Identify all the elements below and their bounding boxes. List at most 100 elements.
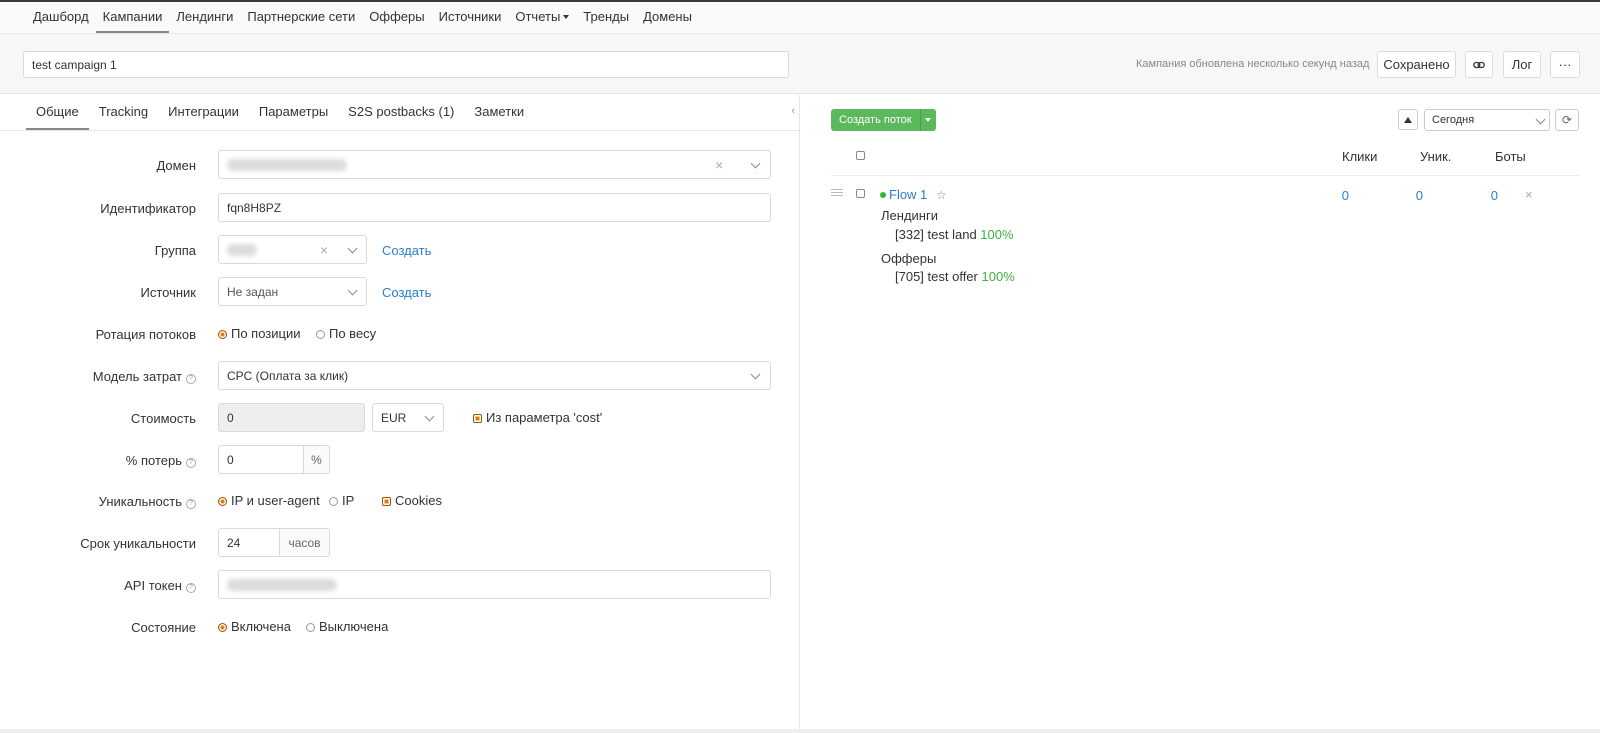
date-range-select[interactable]: Сегодня <box>1424 109 1550 131</box>
copy-link-button[interactable] <box>1465 51 1493 78</box>
loss-label-text: % потерь <box>125 453 182 468</box>
date-range-value: Сегодня <box>1432 114 1475 126</box>
settings-pane: Общие Tracking Интеграции Параметры S2S … <box>0 95 800 733</box>
help-icon[interactable]: ? <box>186 583 196 593</box>
select-all-checkbox[interactable] <box>856 151 865 160</box>
main-nav: Дашборд Кампании Лендинги Партнерские се… <box>0 2 1600 34</box>
cost-model-select[interactable]: CPC (Оплата за клик) <box>218 361 771 390</box>
domain-value-redacted <box>227 158 347 171</box>
log-button[interactable]: Лог <box>1503 51 1541 78</box>
api-token-row: API токен? <box>0 570 800 600</box>
flow-checkbox[interactable] <box>856 189 865 198</box>
domain-row: Домен × <box>0 150 800 180</box>
campaign-name-input[interactable] <box>23 51 789 78</box>
clear-icon[interactable]: × <box>715 157 723 173</box>
flow-clicks[interactable]: 0 <box>1319 188 1349 203</box>
link-icon <box>1473 61 1485 68</box>
cost-param-checkbox[interactable]: Из параметра 'cost' <box>473 410 602 425</box>
status-dot-icon <box>880 192 886 198</box>
api-token-label-text: API токен <box>124 578 182 593</box>
nav-affiliate-networks[interactable]: Партнерские сети <box>240 2 362 33</box>
tab-integrations[interactable]: Интеграции <box>158 95 249 130</box>
chevron-down-icon <box>347 285 358 296</box>
rotation-row: Ротация потоков По позиции По весу <box>0 319 800 349</box>
help-icon[interactable]: ? <box>186 458 196 468</box>
state-row: Состояние Включена Выключена <box>0 612 800 642</box>
star-icon[interactable]: ☆ <box>936 188 947 202</box>
uniq-ip-radio[interactable]: IP <box>329 493 354 508</box>
rotation-weight-radio[interactable]: По весу <box>316 326 376 341</box>
nav-domains[interactable]: Домены <box>636 2 699 33</box>
chevron-down-icon <box>750 158 761 169</box>
uniq-ip-label: IP <box>342 493 355 508</box>
chevron-down-icon <box>750 369 761 380</box>
loss-input[interactable]: 0 <box>218 445 304 474</box>
nav-offers[interactable]: Офферы <box>362 2 431 33</box>
uniqueness-label-text: Уникальность <box>98 494 182 509</box>
api-token-input[interactable] <box>218 570 771 599</box>
tab-notes[interactable]: Заметки <box>464 95 534 130</box>
nav-campaigns[interactable]: Кампании <box>95 2 170 33</box>
source-select[interactable]: Не задан <box>218 277 367 306</box>
nav-dashboard[interactable]: Дашборд <box>26 2 96 33</box>
create-source-link[interactable]: Создать <box>382 285 431 300</box>
chevron-left-icon[interactable]: ‹ <box>791 105 795 117</box>
col-clicks: Клики <box>1342 149 1378 164</box>
state-on-radio[interactable]: Включена <box>218 619 291 634</box>
loss-row: % потерь? 0 % <box>0 445 800 475</box>
state-off-radio[interactable]: Выключена <box>306 619 388 634</box>
offers-title: Офферы <box>881 251 937 266</box>
sort-button[interactable] <box>1398 109 1418 130</box>
identifier-input[interactable]: fqn8H8PZ <box>218 193 771 222</box>
nav-reports-label: Отчеты <box>515 9 561 24</box>
create-flow-button[interactable]: Создать поток <box>831 109 936 131</box>
create-flow-dropdown[interactable] <box>919 109 936 131</box>
tab-s2s-postbacks[interactable]: S2S postbacks (1) <box>338 95 464 130</box>
delete-flow-icon[interactable]: × <box>1525 187 1533 202</box>
currency-select[interactable]: EUR <box>372 403 444 432</box>
drag-handle-icon[interactable] <box>831 189 843 196</box>
triangle-up-icon <box>1404 116 1412 123</box>
save-button[interactable]: Сохранено <box>1377 51 1456 78</box>
offer-item-name: [705] test offer <box>895 269 978 284</box>
help-icon[interactable]: ? <box>186 374 196 384</box>
more-menu-button[interactable]: ··· <box>1550 51 1580 78</box>
nav-sources[interactable]: Источники <box>432 2 509 33</box>
offer-item: [705] test offer 100% <box>895 269 1015 284</box>
flow-unique[interactable]: 0 <box>1393 188 1423 203</box>
uniq-cookies-checkbox[interactable]: Cookies <box>382 493 442 508</box>
nav-reports[interactable]: Отчеты <box>508 2 576 33</box>
cost-input[interactable]: 0 <box>218 403 365 432</box>
group-row: Группа × Создать <box>0 235 800 265</box>
create-group-link[interactable]: Создать <box>382 243 431 258</box>
api-token-label: API токен? <box>124 578 196 593</box>
uniq-ip-ua-radio[interactable]: IP и user-agent <box>218 493 320 508</box>
flow-name-link[interactable]: Flow 1 <box>889 187 927 202</box>
group-select[interactable]: × <box>218 235 367 264</box>
tab-parameters[interactable]: Параметры <box>249 95 338 130</box>
rotation-position-label: По позиции <box>231 326 301 341</box>
domain-select[interactable]: × <box>218 150 771 179</box>
col-bots: Боты <box>1495 149 1526 164</box>
hours-addon: часов <box>279 528 330 557</box>
radio-checked-icon <box>218 497 227 506</box>
domain-label: Домен <box>156 158 196 173</box>
nav-landings[interactable]: Лендинги <box>169 2 240 33</box>
help-icon[interactable]: ? <box>186 499 196 509</box>
tab-general[interactable]: Общие <box>26 95 89 130</box>
cost-label: Стоимость <box>130 411 196 426</box>
source-label: Источник <box>140 285 197 300</box>
clear-icon[interactable]: × <box>320 242 328 258</box>
flow-bots[interactable]: 0 <box>1468 188 1498 203</box>
identifier-row: Идентификатор fqn8H8PZ <box>0 193 800 223</box>
group-label: Группа <box>154 243 196 258</box>
refresh-button[interactable]: ⟳ <box>1555 109 1579 131</box>
checkbox-checked-icon <box>382 497 391 506</box>
tab-tracking[interactable]: Tracking <box>89 95 158 130</box>
rotation-position-radio[interactable]: По позиции <box>218 326 301 341</box>
api-token-redacted <box>227 578 337 591</box>
refresh-icon: ⟳ <box>1561 113 1573 127</box>
nav-trends[interactable]: Тренды <box>576 2 636 33</box>
uniq-period-input[interactable]: 24 <box>218 528 280 557</box>
cost-model-row: Модель затрат? CPC (Оплата за клик) <box>0 361 800 391</box>
